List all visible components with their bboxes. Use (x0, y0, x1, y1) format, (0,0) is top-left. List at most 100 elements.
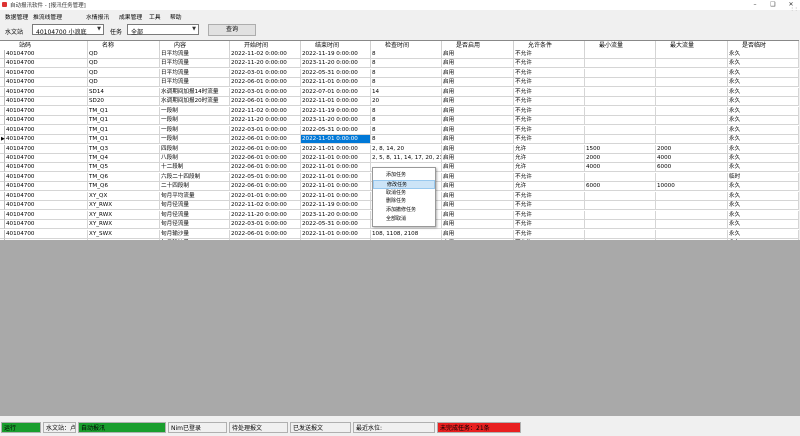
table-cell[interactable]: 永久 (728, 135, 799, 145)
table-cell[interactable]: 永久 (728, 182, 799, 192)
table-cell[interactable] (656, 172, 728, 182)
table-cell[interactable]: 永久 (728, 220, 799, 230)
table-cell[interactable]: 2022-11-02 0:00:00 (230, 50, 301, 59)
table-cell[interactable] (656, 78, 728, 88)
column-header[interactable]: 最大流量 (656, 41, 728, 50)
context-menu-item[interactable]: 删除任务 (373, 197, 435, 206)
table-cell[interactable]: 8 (371, 106, 442, 116)
table-cell[interactable] (656, 229, 728, 239)
menu-push-line-management[interactable]: 推流线管理 (33, 12, 62, 21)
table-cell[interactable]: 2022-11-01 0:00:00 (301, 191, 371, 201)
menu-data-management[interactable]: 数据管理 (5, 12, 28, 21)
table-cell[interactable]: 不允许 (514, 210, 585, 220)
table-cell[interactable] (585, 50, 656, 59)
table-cell[interactable]: 40104700 (5, 201, 88, 211)
table-row[interactable]: 40104700 QD 日平均流量 2022-03-01 0:00:00 2022-05… (0, 68, 799, 78)
table-cell[interactable]: 不允许 (514, 220, 585, 230)
table-cell[interactable]: 八段制 (160, 153, 230, 163)
maximize-icon[interactable]: ❑ (764, 0, 782, 10)
table-cell[interactable]: 40104700 (5, 153, 88, 163)
table-cell[interactable]: 2022-11-01 0:00:00 (301, 182, 371, 192)
table-cell[interactable]: 40104700 (5, 229, 88, 239)
table-cell[interactable] (656, 210, 728, 220)
table-cell[interactable]: 40104700 (5, 191, 88, 201)
table-cell[interactable]: 2022-06-01 0:00:00 (230, 97, 301, 107)
table-cell[interactable]: XY_SWX (88, 229, 160, 239)
table-cell[interactable] (585, 191, 656, 201)
table-cell[interactable] (585, 172, 656, 182)
table-row[interactable]: 40104700 TM_Q1 一段制 2022-03-01 0:00:00 2022-0… (0, 125, 799, 135)
menu-result-management[interactable]: 成果管理 (119, 12, 142, 21)
table-cell[interactable]: 不允许 (514, 191, 585, 201)
table-cell[interactable]: 40104700 (5, 87, 88, 97)
table-cell[interactable]: 20 (371, 97, 442, 107)
table-row[interactable]: 40104700 TM_Q3 四段制 2022-06-01 0:00:00 2022-1… (0, 144, 799, 154)
table-cell[interactable]: QD (88, 59, 160, 69)
table-cell[interactable]: 8 (371, 68, 442, 78)
table-cell[interactable]: TM_Q4 (88, 153, 160, 163)
table-cell[interactable]: 允许 (514, 144, 585, 154)
table-cell[interactable]: 10000 (656, 182, 728, 192)
table-cell[interactable]: 永久 (728, 163, 799, 173)
table-cell[interactable] (585, 229, 656, 239)
table-cell[interactable]: 2022-11-20 0:00:00 (230, 210, 301, 220)
table-cell[interactable]: 永久 (728, 106, 799, 116)
table-cell[interactable]: 40104700 (5, 116, 88, 126)
table-cell[interactable]: 2, 8, 14, 20 (371, 144, 442, 154)
table-cell[interactable]: 2022-03-01 0:00:00 (230, 68, 301, 78)
table-cell[interactable] (585, 210, 656, 220)
table-cell[interactable]: 永久 (728, 78, 799, 88)
table-cell[interactable]: 水调期间加报14时流量 (160, 87, 230, 97)
table-cell[interactable]: 2022-11-01 0:00:00 (301, 172, 371, 182)
table-cell[interactable]: 2022-11-19 0:00:00 (301, 201, 371, 211)
table-cell[interactable]: 永久 (728, 50, 799, 59)
table-cell[interactable]: 40104700 (5, 97, 88, 107)
table-cell[interactable]: 临时 (728, 172, 799, 182)
table-cell[interactable]: SD14 (88, 87, 160, 97)
table-cell[interactable]: 永久 (728, 116, 799, 126)
table-cell[interactable]: 8 (371, 135, 442, 145)
table-cell[interactable]: 永久 (728, 87, 799, 97)
table-cell[interactable]: 启用 (442, 78, 514, 88)
table-cell[interactable]: 2022-06-01 0:00:00 (230, 182, 301, 192)
table-cell[interactable] (585, 220, 656, 230)
table-cell[interactable]: TM_Q1 (88, 116, 160, 126)
table-cell[interactable] (656, 106, 728, 116)
table-cell[interactable]: 2022-11-20 0:00:00 (230, 59, 301, 69)
menu-hydro-report[interactable]: 水情报汛 (86, 12, 109, 21)
table-cell[interactable]: 40104700 (5, 59, 88, 69)
table-cell[interactable]: 启用 (442, 182, 514, 192)
table-cell[interactable]: 启用 (442, 68, 514, 78)
table-cell[interactable]: 108, 1108, 2108 (371, 229, 442, 239)
table-cell[interactable]: 40104700 (5, 68, 88, 78)
table-cell[interactable]: 启用 (442, 229, 514, 239)
table-cell[interactable]: 2022-01-01 0:00:00 (230, 191, 301, 201)
table-cell[interactable]: 日平均流量 (160, 78, 230, 88)
table-cell[interactable]: 2022-05-31 0:00:00 (301, 220, 371, 230)
table-cell[interactable] (656, 50, 728, 59)
table-cell[interactable] (585, 125, 656, 135)
table-cell[interactable]: TM_Q1 (88, 106, 160, 116)
table-cell[interactable] (585, 106, 656, 116)
table-cell[interactable]: 6000 (585, 182, 656, 192)
station-select[interactable]: 40104700 小浪底 ▼ (32, 24, 104, 36)
table-cell[interactable]: 2022-11-01 0:00:00 (301, 144, 371, 154)
table-cell[interactable]: 2022-06-01 0:00:00 (230, 135, 301, 145)
context-menu-item[interactable]: 全部取消 (373, 215, 435, 224)
table-cell[interactable]: 旬月径流量 (160, 220, 230, 230)
table-cell[interactable]: 启用 (442, 220, 514, 230)
table-row[interactable]: 40104700 TM_Q1 一段制 2022-11-02 0:00:00 2022-1… (0, 106, 799, 116)
table-row[interactable]: 40104700 XY_SWX 旬月输沙量 2022-06-01 0:00:00 202… (0, 229, 799, 239)
table-cell[interactable]: 2022-11-19 0:00:00 (301, 106, 371, 116)
table-cell[interactable] (585, 97, 656, 107)
table-cell[interactable]: 2022-11-19 0:00:00 (301, 50, 371, 59)
table-cell[interactable]: 2022-11-02 0:00:00 (230, 106, 301, 116)
column-header[interactable]: 是否启用 (442, 41, 514, 50)
table-cell[interactable]: 2000 (656, 144, 728, 154)
table-row[interactable]: 40104700 TM_Q4 八段制 2022-06-01 0:00:00 2022-1… (0, 153, 799, 163)
table-cell[interactable]: 40104700 (5, 210, 88, 220)
table-cell[interactable]: 一段制 (160, 106, 230, 116)
table-cell[interactable]: 六段二十四段制 (160, 172, 230, 182)
table-cell[interactable]: 4000 (585, 163, 656, 173)
column-header[interactable]: 站码 (5, 41, 88, 50)
